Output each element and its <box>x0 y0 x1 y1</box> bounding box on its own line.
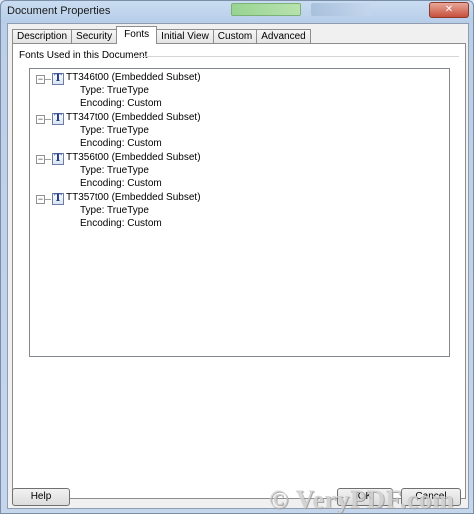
tab-strip: Description Security Fonts Initial View … <box>12 26 311 44</box>
tree-connector <box>45 159 51 160</box>
truetype-font-icon: T <box>52 113 64 125</box>
tree-connector <box>45 199 51 200</box>
tab-security[interactable]: Security <box>71 29 118 44</box>
truetype-font-icon: T <box>52 153 64 165</box>
font-node: − T TT346t00 (Embedded Subset) Type: Tru… <box>30 71 449 111</box>
title-bar-decoration <box>231 3 301 16</box>
font-node: − T TT357t00 (Embedded Subset) Type: Tru… <box>30 191 449 231</box>
font-name[interactable]: TT356t00 (Embedded Subset) <box>66 152 201 163</box>
font-name[interactable]: TT347t00 (Embedded Subset) <box>66 112 201 123</box>
tab-initial-view[interactable]: Initial View <box>156 29 214 44</box>
window-title: Document Properties <box>7 5 111 17</box>
tab-custom[interactable]: Custom <box>212 29 258 44</box>
minus-box-icon[interactable]: − <box>36 115 45 124</box>
font-encoding: Encoding: Custom <box>80 218 162 229</box>
font-encoding: Encoding: Custom <box>80 178 162 189</box>
font-node: − T TT347t00 (Embedded Subset) Type: Tru… <box>30 111 449 151</box>
help-button[interactable]: Help <box>12 488 70 506</box>
fonts-tab-panel: Fonts Used in this Document − T TT346t00… <box>12 43 466 499</box>
fonts-group-label: Fonts Used in this Document <box>19 50 148 61</box>
window-controls: ✕ <box>429 2 469 18</box>
truetype-font-icon: T <box>52 73 64 85</box>
font-encoding: Encoding: Custom <box>80 98 162 109</box>
font-encoding: Encoding: Custom <box>80 138 162 149</box>
font-type: Type: TrueType <box>80 165 149 176</box>
minus-box-icon[interactable]: − <box>36 75 45 84</box>
font-type: Type: TrueType <box>80 85 149 96</box>
document-properties-window: Document Properties ✕ Description Securi… <box>0 0 474 514</box>
font-node: − T TT356t00 (Embedded Subset) Type: Tru… <box>30 151 449 191</box>
font-type: Type: TrueType <box>80 125 149 136</box>
font-name[interactable]: TT346t00 (Embedded Subset) <box>66 72 201 83</box>
minus-box-icon[interactable]: − <box>36 155 45 164</box>
title-bar-decoration-secondary <box>311 3 371 16</box>
minus-box-icon[interactable]: − <box>36 195 45 204</box>
group-divider <box>133 56 459 57</box>
truetype-font-icon: T <box>52 193 64 205</box>
tab-description[interactable]: Description <box>12 29 73 44</box>
fonts-tree-view[interactable]: − T TT346t00 (Embedded Subset) Type: Tru… <box>29 68 450 357</box>
font-type: Type: TrueType <box>80 205 149 216</box>
font-name[interactable]: TT357t00 (Embedded Subset) <box>66 192 201 203</box>
tree-connector <box>45 79 51 80</box>
verypdf-watermark: © VeryPDF.com <box>269 485 455 514</box>
tree-connector <box>45 119 51 120</box>
tab-advanced[interactable]: Advanced <box>256 29 311 44</box>
close-icon[interactable]: ✕ <box>429 2 469 18</box>
dialog-client-area: Description Security Fonts Initial View … <box>7 23 469 509</box>
tab-fonts[interactable]: Fonts <box>116 26 158 44</box>
title-bar[interactable]: Document Properties ✕ <box>1 1 473 23</box>
